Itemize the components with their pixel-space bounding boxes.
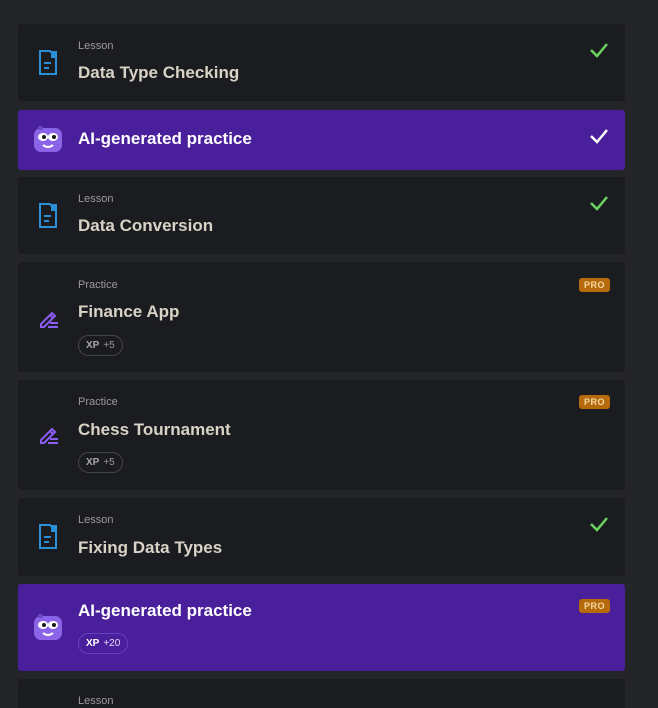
item-kind-label: Lesson xyxy=(78,514,114,526)
pro-badge: PRO xyxy=(578,395,610,409)
practice-card-chess-tournament[interactable]: Practice Chess Tournament PRO XP +5 xyxy=(18,380,625,490)
item-kind-label: Practice xyxy=(78,279,118,291)
xp-label: XP xyxy=(86,457,100,468)
pencil-icon xyxy=(40,311,58,328)
lesson-card-data-type-checking[interactable]: Lesson Data Type Checking xyxy=(18,24,625,101)
item-title: AI-generated practice xyxy=(78,601,252,620)
pro-badge: PRO xyxy=(578,278,610,292)
document-icon xyxy=(39,524,57,549)
item-kind-label: Lesson xyxy=(78,193,114,205)
checkmark-icon xyxy=(590,196,608,211)
ai-practice-card-pro[interactable]: AI-generated practice PRO XP +20 xyxy=(18,584,625,671)
item-kind-label: Lesson xyxy=(78,40,114,52)
xp-value: +20 xyxy=(103,638,121,649)
item-title: Fixing Data Types xyxy=(78,538,223,557)
item-title: Data Conversion xyxy=(78,216,214,235)
xp-badge: XP +5 xyxy=(78,452,123,473)
document-icon xyxy=(39,50,57,75)
lesson-card-partial[interactable]: Lesson xyxy=(18,679,625,708)
item-title: AI-generated practice xyxy=(78,129,252,148)
item-title: Data Type Checking xyxy=(78,63,240,82)
xp-value: +5 xyxy=(103,457,115,468)
lesson-card-data-conversion[interactable]: Lesson Data Conversion xyxy=(18,177,625,254)
ai-practice-card[interactable]: AI-generated practice xyxy=(18,110,625,170)
xp-badge: XP +5 xyxy=(78,335,123,356)
item-title: Chess Tournament xyxy=(78,420,231,439)
lesson-card-fixing-data-types[interactable]: Lesson Fixing Data Types xyxy=(18,498,625,576)
checkmark-icon xyxy=(590,517,608,532)
item-kind-label: Practice xyxy=(78,396,118,408)
xp-label: XP xyxy=(86,340,100,351)
pencil-icon xyxy=(40,427,58,444)
item-kind-label: Lesson xyxy=(78,695,114,707)
xp-value: +5 xyxy=(103,340,115,351)
xp-label: XP xyxy=(86,638,100,649)
xp-badge: XP +20 xyxy=(78,633,129,654)
checkmark-icon xyxy=(590,129,608,144)
checkmark-icon xyxy=(590,43,608,58)
ai-mascot-icon xyxy=(34,126,62,152)
pro-badge: PRO xyxy=(578,599,610,613)
document-icon xyxy=(39,203,57,228)
item-title: Finance App xyxy=(78,302,180,321)
ai-mascot-icon xyxy=(34,614,62,640)
practice-card-finance-app[interactable]: Practice Finance App PRO XP +5 xyxy=(18,262,625,372)
